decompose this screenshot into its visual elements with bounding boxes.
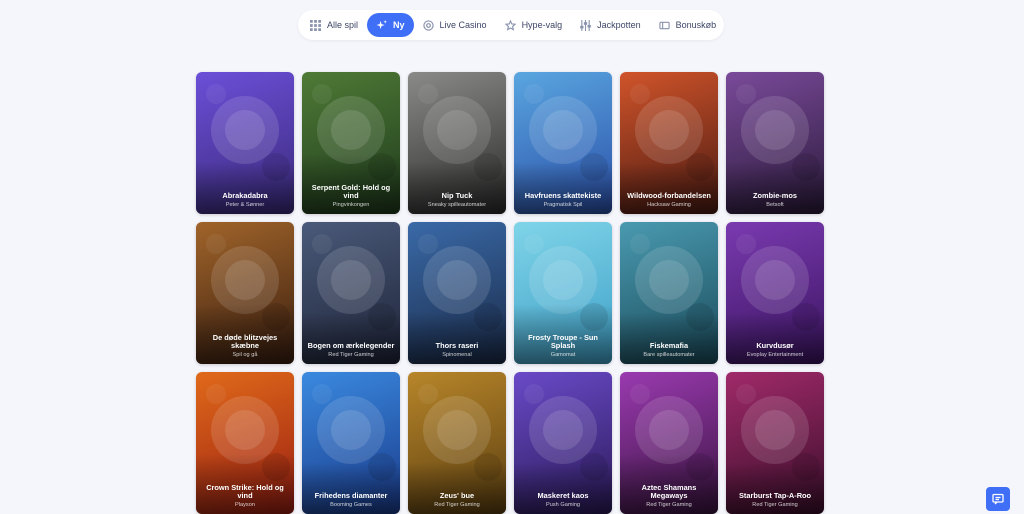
game-provider: Betsoft <box>766 202 784 208</box>
game-card[interactable]: De døde blitzvejes skæbne Spil og gå <box>196 222 294 364</box>
game-title: Thors raseri <box>435 341 479 350</box>
grid-icon <box>310 19 321 31</box>
game-title: Kurvdusør <box>756 341 794 350</box>
tab-label: Bonuskøb <box>675 20 717 30</box>
chip-icon <box>422 19 434 31</box>
game-caption: Zombie-mos Betsoft <box>726 162 824 214</box>
game-provider: Push Gaming <box>546 502 580 508</box>
game-title: Bogen om ærkelegender <box>307 341 395 350</box>
game-provider: Red Tiger Gaming <box>434 502 480 508</box>
game-caption: Havfruens skattekiste Pragmatisk Spil <box>514 162 612 214</box>
game-card[interactable]: Bogen om ærkelegender Red Tiger Gaming <box>302 222 400 364</box>
chat-icon <box>992 493 1004 505</box>
game-card[interactable]: Zombie-mos Betsoft <box>726 72 824 214</box>
tab-bonus-buy[interactable]: Bonuskøb <box>650 13 726 37</box>
game-provider: Spil og gå <box>232 352 258 358</box>
game-provider: Evoplay Entertainment <box>746 352 804 358</box>
game-grid: Abrakadabra Peter & Sønner Serpent Gold: H… <box>196 72 824 514</box>
game-card[interactable]: Aztec Shamans Megaways Red Tiger Gaming <box>620 372 718 514</box>
tab-hype-picks[interactable]: Hype-valg <box>496 13 572 37</box>
chat-button[interactable] <box>986 487 1010 511</box>
game-card[interactable]: Kurvdusør Evoplay Entertainment <box>726 222 824 364</box>
game-card[interactable]: Frosty Troupe - Sun Splash Gamomat <box>514 222 612 364</box>
game-provider: Red Tiger Gaming <box>646 502 692 508</box>
game-provider: Red Tiger Gaming <box>328 352 374 358</box>
game-card[interactable]: Havfruens skattekiste Pragmatisk Spil <box>514 72 612 214</box>
game-provider: Red Tiger Gaming <box>752 502 798 508</box>
game-caption: Frihedens diamanter Booming Games <box>302 462 400 514</box>
game-caption: Maskeret kaos Push Gaming <box>514 462 612 514</box>
game-card[interactable]: Nip Tuck Sneaky spilleautomater <box>408 72 506 214</box>
game-provider: Spinomenal <box>442 352 472 358</box>
game-card[interactable]: Maskeret kaos Push Gaming <box>514 372 612 514</box>
game-provider: Hacksaw Gaming <box>647 202 691 208</box>
game-card[interactable]: Serpent Gold: Hold og vind Pingvinkongen <box>302 72 400 214</box>
game-title: Frosty Troupe - Sun Splash <box>528 333 598 350</box>
game-title: Havfruens skattekiste <box>524 191 602 200</box>
game-caption: Starburst Tap-A-Roo Red Tiger Gaming <box>726 462 824 514</box>
game-caption: Abrakadabra Peter & Sønner <box>196 162 294 214</box>
game-provider: Gamomat <box>550 352 576 358</box>
game-title: Maskeret kaos <box>537 491 589 500</box>
game-card[interactable]: Frihedens diamanter Booming Games <box>302 372 400 514</box>
game-caption: Zeus' bue Red Tiger Gaming <box>408 462 506 514</box>
game-title: De døde blitzvejes skæbne <box>212 333 278 350</box>
tab-new[interactable]: Ny <box>367 13 414 37</box>
category-tabs: Alle spil Ny Live Casino Hype-valg Jackp… <box>298 10 724 40</box>
tab-label: Hype-valg <box>521 20 563 30</box>
tab-label: Live Casino <box>439 20 487 30</box>
tab-label: Ny <box>393 20 405 30</box>
game-title: Frihedens diamanter <box>314 491 388 500</box>
tab-label: Alle spil <box>327 20 359 30</box>
star-icon <box>504 19 516 31</box>
tab-jackpot[interactable]: Jackpotten <box>571 13 650 37</box>
game-provider: Playson <box>235 502 255 508</box>
game-card[interactable]: Fiskemafia Bare spilleautomater <box>620 222 718 364</box>
game-title: Nip Tuck <box>441 191 473 200</box>
game-card[interactable]: Zeus' bue Red Tiger Gaming <box>408 372 506 514</box>
tab-all-games[interactable]: Alle spil <box>301 13 367 37</box>
game-provider: Peter & Sønner <box>225 202 265 208</box>
game-title: Serpent Gold: Hold og vind <box>311 183 391 200</box>
game-caption: Nip Tuck Sneaky spilleautomater <box>408 162 506 214</box>
game-provider: Pingvinkongen <box>332 202 370 208</box>
tab-label: Jackpotten <box>597 20 641 30</box>
game-caption: De døde blitzvejes skæbne Spil og gå <box>196 304 294 364</box>
game-title: Wildwood-forbandelsen <box>627 191 711 200</box>
game-title: Crown Strike: Hold og vind <box>206 483 284 500</box>
sparkle-icon <box>376 19 388 29</box>
game-title: Starburst Tap-A-Roo <box>738 491 812 500</box>
ticket-icon <box>658 21 670 29</box>
tab-live-casino[interactable]: Live Casino <box>414 13 496 37</box>
game-caption: Crown Strike: Hold og vind Playson <box>196 454 294 514</box>
game-caption: Bogen om ærkelegender Red Tiger Gaming <box>302 312 400 364</box>
game-caption: Thors raseri Spinomenal <box>408 312 506 364</box>
game-caption: Wildwood-forbandelsen Hacksaw Gaming <box>620 162 718 214</box>
game-provider: Bare spilleautomater <box>643 352 695 358</box>
game-card[interactable]: Abrakadabra Peter & Sønner <box>196 72 294 214</box>
game-caption: Aztec Shamans Megaways Red Tiger Gaming <box>620 454 718 514</box>
game-provider: Booming Games <box>330 502 372 508</box>
game-title: Fiskemafia <box>649 341 689 350</box>
game-title: Aztec Shamans Megaways <box>641 483 697 500</box>
game-caption: Serpent Gold: Hold og vind Pingvinkongen <box>302 154 400 214</box>
game-caption: Kurvdusør Evoplay Entertainment <box>726 312 824 364</box>
game-card[interactable]: Starburst Tap-A-Roo Red Tiger Gaming <box>726 372 824 514</box>
game-provider: Pragmatisk Spil <box>543 202 583 208</box>
game-card[interactable]: Crown Strike: Hold og vind Playson <box>196 372 294 514</box>
game-caption: Fiskemafia Bare spilleautomater <box>620 312 718 364</box>
game-title: Zombie-mos <box>753 191 797 200</box>
sliders-icon <box>580 19 591 31</box>
game-provider: Sneaky spilleautomater <box>427 202 487 208</box>
game-card[interactable]: Wildwood-forbandelsen Hacksaw Gaming <box>620 72 718 214</box>
game-title: Zeus' bue <box>439 491 475 500</box>
game-caption: Frosty Troupe - Sun Splash Gamomat <box>514 304 612 364</box>
game-title: Abrakadabra <box>222 191 268 200</box>
game-card[interactable]: Thors raseri Spinomenal <box>408 222 506 364</box>
